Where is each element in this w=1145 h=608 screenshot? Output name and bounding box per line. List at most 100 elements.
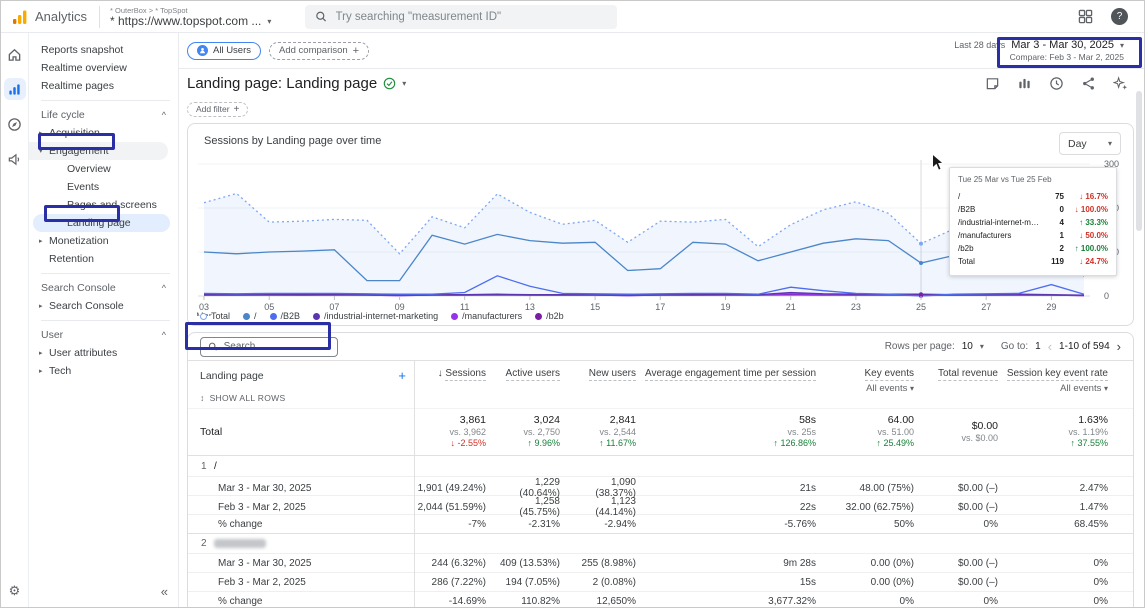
audience-icon (197, 45, 208, 56)
chevron-down-icon[interactable]: ▾ (402, 79, 406, 88)
column-active-users[interactable]: Active users (494, 368, 568, 379)
share-icon[interactable] (1081, 76, 1096, 91)
sidebar-item-landing-page[interactable]: Landing page (33, 214, 170, 232)
expand-rows-icon: ↕ (200, 393, 205, 403)
svg-text:25: 25 (916, 302, 926, 312)
sidebar-item-engagement[interactable]: ▾Engagement (29, 142, 168, 160)
svg-text:29: 29 (1046, 302, 1056, 312)
table-row: Feb 3 - Mar 2, 2025286 (7.22%)194 (7.05%… (188, 572, 1133, 591)
sidebar-section-life-cycle[interactable]: Life cycle^ (29, 106, 178, 124)
sidebar-item-reports-snapshot[interactable]: Reports snapshot (29, 41, 178, 59)
sidebar-item-realtime-pages[interactable]: Realtime pages (29, 77, 178, 95)
reports-icon[interactable] (4, 78, 26, 100)
show-all-rows-button[interactable]: ↕ SHOW ALL ROWS (200, 393, 406, 403)
chevron-down-icon: ▾ (1120, 41, 1124, 50)
column-landing-page[interactable]: Landing page (200, 370, 264, 382)
add-dimension-icon[interactable]: + (398, 368, 406, 383)
divider (99, 6, 100, 28)
property-picker[interactable]: * OuterBox > * TopSpot * https://www.top… (110, 6, 271, 28)
explore-icon[interactable] (4, 113, 26, 135)
column-new-users[interactable]: New users (568, 368, 644, 379)
customize-report-icon[interactable] (1017, 76, 1032, 91)
scrollbar-thumb[interactable] (1136, 91, 1142, 231)
legend-item-b2b[interactable]: /b2b (535, 311, 564, 321)
insights-sparkle-icon[interactable] (1113, 76, 1128, 91)
key-events-filter[interactable]: All events ▾ (824, 383, 914, 394)
help-icon[interactable]: ? (1111, 8, 1128, 25)
add-comparison-button[interactable]: Add comparison + (269, 42, 369, 60)
sidebar-item-user-attributes[interactable]: ▸User attributes (29, 344, 178, 362)
data-quality-check-icon[interactable] (383, 77, 396, 90)
prev-page-icon[interactable]: ‹ (1048, 339, 1052, 354)
sidebar-item-acquisition[interactable]: ▸Acquisition (29, 124, 178, 142)
column-key-events[interactable]: Key events All events ▾ (824, 368, 922, 394)
table-row-dimension: 2 (188, 533, 1133, 553)
sidebar-section-user[interactable]: User^ (29, 326, 178, 344)
sidebar-item-retention[interactable]: Retention (29, 250, 178, 268)
legend-item-b2b[interactable]: /B2B (270, 311, 301, 321)
advertising-icon[interactable] (4, 148, 26, 170)
plus-icon: + (234, 104, 240, 115)
rate-events-filter[interactable]: All events ▾ (1006, 383, 1108, 394)
rows-per-page-select[interactable]: 10 (962, 341, 973, 352)
divider (41, 320, 170, 321)
chart-legend: Total / /B2B/industrial-internet-marketing… (200, 311, 564, 321)
column-sessions[interactable]: ↓ Sessions (414, 368, 494, 379)
legend-item-industrial-internet-marketing[interactable]: /industrial-internet-marketing (313, 311, 438, 321)
sidebar-item-monetization[interactable]: ▸Monetization (29, 232, 178, 250)
chart-tooltip: Tue 25 Mar vs Tue 25 Feb /75↓ 16.7%/B2B0… (949, 167, 1117, 276)
add-filter-button[interactable]: Add filter + (187, 102, 248, 117)
global-search-input[interactable] (336, 11, 608, 23)
sidebar-item-realtime-overview[interactable]: Realtime overview (29, 59, 178, 77)
chevron-up-icon: ^ (162, 283, 166, 293)
column-total-revenue[interactable]: Total revenue (922, 368, 1006, 379)
metric-cell: 64.00vs. 51.00↑ 25.49% (824, 414, 922, 449)
property-name: * https://www.topspot.com ... (110, 15, 261, 28)
svg-text:15: 15 (590, 302, 600, 312)
global-search[interactable] (305, 5, 617, 29)
next-page-icon[interactable]: › (1117, 339, 1121, 354)
table-row: Mar 3 - Mar 30, 2025244 (6.32%)409 (13.5… (188, 553, 1133, 572)
legend-item-[interactable]: / (243, 311, 257, 321)
analytics-logo[interactable]: Analytics (1, 8, 97, 26)
main-content: All Users Add comparison + Last 28 days … (179, 33, 1144, 608)
metric-cell: 3,024vs. 2,750↑ 9.96% (494, 414, 568, 449)
sidebar-item-search-console[interactable]: ▸Search Console (29, 297, 178, 315)
legend-dot-icon (535, 313, 542, 320)
column-session-key-event-rate[interactable]: Session key event rate All events ▾ (1006, 368, 1116, 394)
tooltip-row: Total119↓ 24.7% (958, 255, 1108, 268)
all-users-chip[interactable]: All Users (187, 42, 261, 60)
divider (41, 100, 170, 101)
divider (41, 273, 170, 274)
chevron-down-icon[interactable]: ▾ (980, 342, 984, 351)
insights-time-icon[interactable] (1049, 76, 1064, 91)
page-title: Landing page: Landing page ▾ (187, 75, 406, 92)
tooltip-row: /B2B0↓ 100.0% (958, 203, 1108, 216)
chevron-up-icon: ^ (162, 330, 166, 340)
sidebar-item-pages-and-screens[interactable]: Pages and screens (29, 196, 178, 214)
legend-item-total[interactable]: Total (200, 311, 230, 321)
tree-arrow-icon: ▸ (39, 349, 49, 357)
goto-page-input[interactable]: 1 (1035, 341, 1041, 352)
date-range-picker[interactable]: Last 28 days Mar 3 - Mar 30, 2025 ▾ Comp… (948, 37, 1130, 64)
note-icon[interactable] (985, 76, 1000, 91)
table-row: % change-7%-2.31%-2.94%-5.76%50%0%68.45% (188, 514, 1133, 533)
sidebar-section-search-console[interactable]: Search Console^ (29, 279, 178, 297)
sidebar-item-tech[interactable]: ▸Tech (29, 362, 178, 380)
ga4-app-window: Analytics * OuterBox > * TopSpot * https… (0, 0, 1145, 608)
column-avg-engagement-time[interactable]: Average engagement time per session (644, 368, 824, 379)
search-icon (315, 10, 327, 23)
legend-item-manufacturers[interactable]: /manufacturers (451, 311, 522, 321)
apps-grid-icon[interactable] (1078, 9, 1093, 24)
home-icon[interactable] (4, 43, 26, 65)
sidebar-item-overview[interactable]: Overview (29, 160, 178, 178)
table-search[interactable] (200, 337, 338, 357)
table-search-input[interactable] (224, 341, 330, 352)
granularity-select[interactable]: Day ▾ (1059, 132, 1121, 155)
tree-arrow-icon: ▸ (39, 367, 49, 375)
admin-gear-icon[interactable]: ⚙ (9, 583, 21, 599)
svg-text:0: 0 (1104, 291, 1109, 301)
collapse-nav-icon[interactable]: « (161, 584, 168, 599)
sidebar-item-events[interactable]: Events (29, 178, 178, 196)
svg-text:21: 21 (786, 302, 796, 312)
